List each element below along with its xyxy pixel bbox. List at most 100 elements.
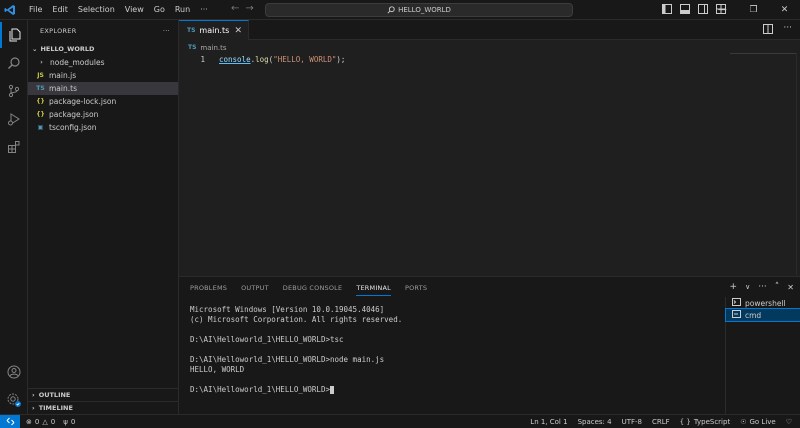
encoding[interactable]: UTF-8	[622, 418, 642, 426]
tab-output[interactable]: OUTPUT	[241, 284, 269, 296]
explorer-title: EXPLORER	[40, 27, 77, 35]
split-editor-icon[interactable]	[763, 24, 774, 36]
menu-go[interactable]: Go	[149, 0, 170, 20]
minimap[interactable]	[730, 53, 800, 54]
terminal-line: D:\AI\Helloworld_1\HELLO_WORLD>node main…	[190, 355, 385, 364]
minimize-icon[interactable]: —	[707, 0, 738, 20]
more-actions-icon[interactable]: ···	[783, 24, 792, 36]
terminal-item-label: cmd	[745, 310, 762, 320]
outline-section[interactable]: › OUTLINE	[28, 388, 179, 401]
json-file-icon: {}	[36, 111, 45, 118]
extensions-icon[interactable]	[0, 134, 28, 160]
tab-problems[interactable]: PROBLEMS	[190, 284, 227, 296]
cursor-position[interactable]: Ln 1, Col 1	[530, 418, 567, 426]
notifications-icon[interactable]: ♡	[786, 418, 792, 426]
folder-header[interactable]: ⌄ HELLO_WORLD	[28, 42, 178, 56]
chevron-down-icon: ⌄	[32, 45, 38, 53]
menu-selection[interactable]: Selection	[73, 0, 120, 20]
warning-count: 0	[50, 417, 56, 426]
editor-scrollbar[interactable]	[796, 53, 800, 275]
terminal-icon	[732, 298, 741, 308]
outline-title: OUTLINE	[38, 391, 71, 399]
tab-debug-console[interactable]: DEBUG CONSOLE	[283, 284, 343, 296]
title-bar: File Edit Selection View Go Run ··· ← → …	[0, 0, 800, 20]
tree-item-label: main.ts	[49, 84, 77, 93]
explorer-sidebar: EXPLORER ··· ⌄ HELLO_WORLD › node_module…	[28, 20, 179, 414]
terminal-item-label: powershell	[745, 298, 786, 308]
language-mode[interactable]: { } TypeScript	[680, 418, 731, 426]
more-actions-icon[interactable]: ···	[758, 282, 767, 292]
tree-item-label: package.json	[49, 110, 99, 119]
tree-item-package-lock-json[interactable]: {} package-lock.json	[28, 95, 178, 108]
window-controls: — ❐ ✕	[707, 0, 800, 20]
code-line[interactable]: 1 console.log("HELLO, WORLD");	[179, 53, 729, 66]
tab-main-ts[interactable]: TS main.ts ✕	[179, 20, 249, 40]
back-arrow-icon[interactable]: ←	[231, 3, 239, 14]
command-center-search[interactable]: HELLO_WORLD	[265, 3, 573, 17]
breadcrumb-file[interactable]: main.ts	[200, 44, 226, 52]
tree-item-tsconfig-json[interactable]: ▣ tsconfig.json	[28, 121, 178, 134]
terminal-line: HELLO, WORLD	[190, 365, 245, 374]
menu-edit[interactable]: Edit	[47, 0, 73, 20]
source-control-icon[interactable]	[0, 78, 28, 104]
problems-status[interactable]: ⊗ 0 △ 0	[26, 418, 55, 426]
close-panel-icon[interactable]: ✕	[787, 283, 794, 292]
tree-item-node-modules[interactable]: › node_modules	[28, 56, 178, 69]
terminal-cursor	[329, 386, 334, 394]
toggle-primary-sidebar-icon[interactable]	[662, 4, 672, 14]
typescript-file-icon: TS	[188, 44, 197, 51]
panel-actions: + ∨ ··· ˄ ✕	[730, 282, 794, 292]
remote-icon	[6, 417, 14, 426]
menu-bar: File Edit Selection View Go Run ···	[24, 0, 213, 20]
typescript-file-icon: TS	[187, 27, 196, 34]
json-file-icon: {}	[36, 98, 45, 105]
tree-item-main-js[interactable]: JS main.js	[28, 69, 178, 82]
settings-icon[interactable]	[0, 387, 28, 413]
go-live-label: Go Live	[749, 418, 776, 426]
warning-icon: △	[42, 417, 48, 426]
tab-terminal[interactable]: TERMINAL	[356, 284, 391, 296]
status-right: Ln 1, Col 1 Spaces: 4 UTF-8 CRLF { } Typ…	[530, 415, 792, 428]
tree-item-main-ts[interactable]: TS main.ts	[28, 82, 178, 95]
indentation[interactable]: Spaces: 4	[578, 418, 612, 426]
explorer-icon[interactable]	[0, 22, 28, 48]
terminal-item-cmd[interactable]: cmd	[725, 308, 800, 322]
editor-actions: ···	[763, 24, 792, 36]
ports-count: 0	[70, 417, 76, 426]
timeline-section[interactable]: › TIMELINE	[28, 401, 179, 414]
terminal-line: D:\AI\Helloworld_1\HELLO_WORLD>tsc	[190, 335, 344, 344]
tab-ports[interactable]: PORTS	[405, 284, 427, 296]
ports-status[interactable]: ψ 0	[63, 418, 75, 426]
toggle-panel-icon[interactable]	[680, 4, 690, 14]
search-icon[interactable]	[0, 50, 28, 76]
close-window-icon[interactable]: ✕	[769, 0, 800, 20]
line-number: 1	[200, 55, 205, 64]
close-icon[interactable]: ✕	[234, 26, 242, 36]
forward-arrow-icon[interactable]: →	[245, 3, 253, 14]
code-token-object: console	[219, 55, 251, 64]
menu-view[interactable]: View	[120, 0, 149, 20]
terminal-item-powershell[interactable]: powershell	[726, 297, 800, 309]
account-icon[interactable]	[0, 359, 28, 385]
chevron-down-icon[interactable]: ∨	[745, 283, 750, 291]
maximize-panel-icon[interactable]: ˄	[775, 282, 780, 292]
run-debug-icon[interactable]	[0, 106, 28, 132]
menu-run[interactable]: Run	[170, 0, 195, 20]
panel-tabs: PROBLEMS OUTPUT DEBUG CONSOLE TERMINAL P…	[190, 284, 427, 296]
chevron-right-icon: ›	[32, 404, 35, 412]
remote-indicator[interactable]	[0, 414, 20, 428]
end-of-line[interactable]: CRLF	[652, 418, 670, 426]
tsconfig-file-icon: ▣	[37, 124, 44, 131]
menu-more[interactable]: ···	[195, 0, 213, 20]
menu-file[interactable]: File	[24, 0, 47, 20]
code-content: console.log("HELLO, WORLD");	[219, 55, 345, 64]
restore-icon[interactable]: ❐	[738, 0, 769, 20]
bottom-panel: PROBLEMS OUTPUT DEBUG CONSOLE TERMINAL P…	[179, 276, 800, 415]
go-live-button[interactable]: ☉ Go Live	[740, 418, 776, 426]
new-terminal-icon[interactable]: +	[730, 282, 738, 292]
terminal-output[interactable]: Microsoft Windows [Version 10.0.19045.40…	[190, 305, 402, 395]
tree-item-package-json[interactable]: {} package.json	[28, 108, 178, 121]
explorer-more-icon[interactable]: ···	[163, 27, 170, 35]
